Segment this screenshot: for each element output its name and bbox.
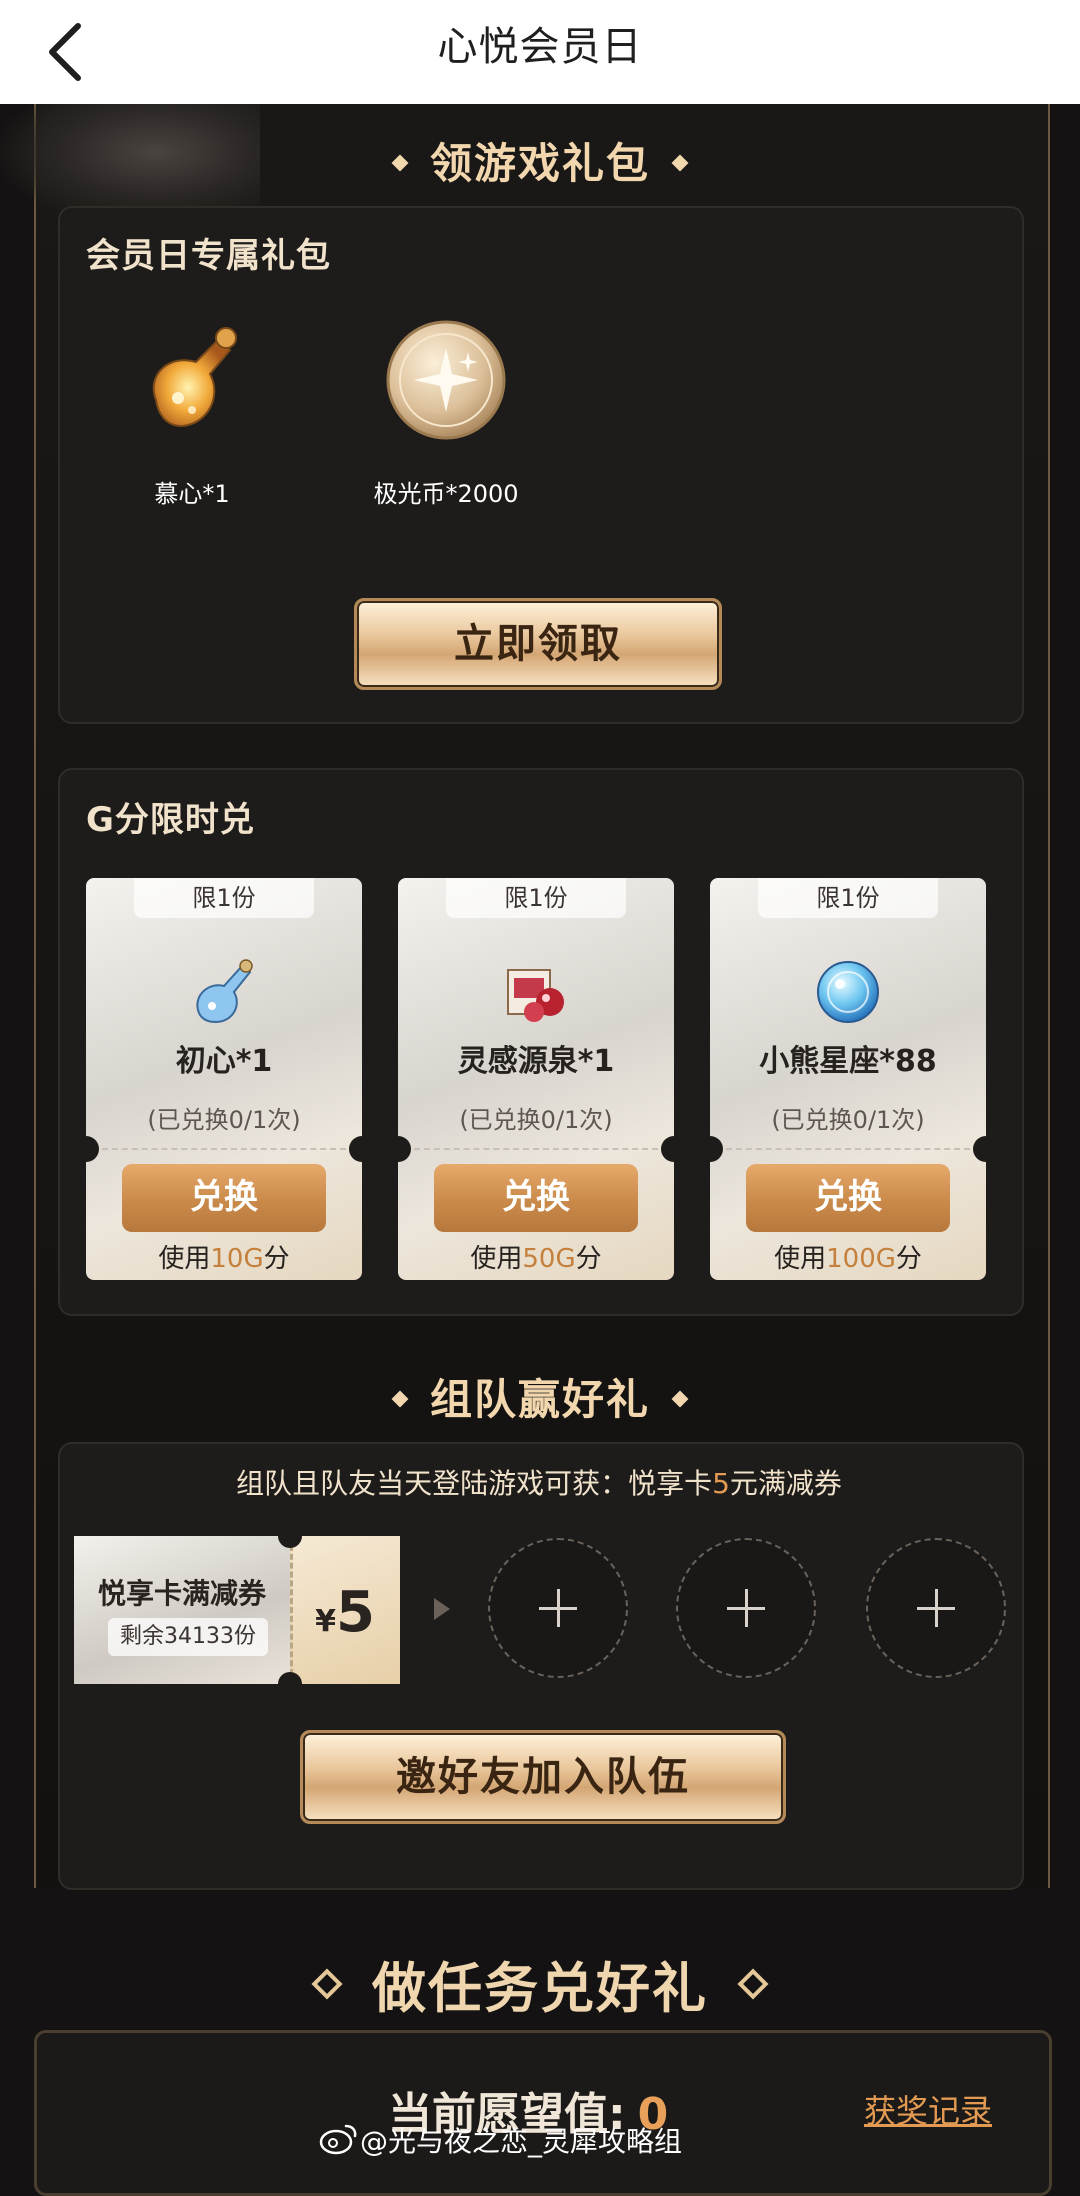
- aurora-coin-icon: [386, 320, 506, 440]
- coupon-remaining: 剩余34133份: [120, 1624, 256, 1649]
- diamond-outline-icon: [311, 1968, 343, 2000]
- exchange-count: (已兑换0/1次): [147, 1106, 301, 1134]
- limit-tag: 限1份: [758, 878, 938, 918]
- ticket-notch: [349, 1136, 362, 1162]
- cost-text: 使用10G分: [158, 1244, 290, 1274]
- tasks-section-title: 做任务兑好礼: [0, 1944, 1080, 2023]
- blue-bottle-icon: [196, 959, 253, 1024]
- exchange-item-card: 限1份 初心*1 (已兑换0/1次) 兑换 使用10G分: [86, 878, 362, 1280]
- star-orb-icon: [817, 961, 879, 1023]
- exchange-card-title: G分限时兑: [86, 800, 255, 840]
- weibo-logo-icon: [319, 2124, 357, 2155]
- coupon-value: ¥5: [315, 1580, 375, 1645]
- arrow-right-icon: [434, 1598, 450, 1620]
- gift-section-title: 领游戏礼包: [0, 130, 1080, 191]
- diamond-icon: [671, 1390, 689, 1407]
- exchange-item-card: 限1份 灵感源泉*1 (已兑换0/1次) 兑换 使用50G分: [398, 878, 674, 1280]
- ticket-notch: [398, 1136, 411, 1162]
- item-label: 极光币*2000: [373, 480, 519, 508]
- diamond-icon: [391, 154, 409, 171]
- exchange-button[interactable]: 兑换: [434, 1164, 638, 1232]
- ticket-notch: [278, 1672, 302, 1696]
- item-name: 小熊星座*88: [759, 1044, 937, 1079]
- ticket-notch: [86, 1136, 99, 1162]
- diamond-icon: [391, 1390, 409, 1407]
- ticket-notch: [973, 1136, 986, 1162]
- exchange-button[interactable]: 兑换: [746, 1164, 950, 1232]
- member-gift-card-title: 会员日专属礼包: [86, 236, 331, 276]
- coupon-name: 悦享卡满减券: [97, 1577, 266, 1610]
- gift-box-icon: [507, 969, 564, 1022]
- exchange-count: (已兑换0/1次): [459, 1106, 613, 1134]
- item-label: 慕心*1: [154, 480, 230, 508]
- exchange-button[interactable]: 兑换: [122, 1164, 326, 1232]
- team-section-title: 组队赢好礼: [0, 1366, 1080, 1427]
- limit-tag: 限1份: [134, 878, 314, 918]
- divider: [726, 1148, 970, 1150]
- plus-icon: [745, 1589, 748, 1627]
- item-name: 灵感源泉*1: [457, 1044, 615, 1079]
- plus-icon: [557, 1589, 560, 1627]
- add-teammate-slot[interactable]: [676, 1538, 816, 1678]
- divider: [414, 1148, 658, 1150]
- diamond-outline-icon: [737, 1968, 769, 2000]
- award-record-link[interactable]: 获奖记录: [864, 2086, 992, 2132]
- add-teammate-slot[interactable]: [488, 1538, 628, 1678]
- page-title: 心悦会员日: [437, 24, 643, 70]
- ticket-notch: [710, 1136, 723, 1162]
- diamond-icon: [671, 154, 689, 171]
- exchange-item-card: 限1份 小熊星座*88 (已兑换0/1次) 兑换 使用100G分: [710, 878, 986, 1280]
- ticket-notch: [278, 1524, 302, 1548]
- perfume-bottle-icon: [152, 327, 237, 428]
- item-name: 初心*1: [175, 1044, 273, 1079]
- invite-friends-button[interactable]: 邀好友加入队伍: [300, 1730, 786, 1824]
- cost-text: 使用100G分: [774, 1244, 922, 1274]
- divider: [102, 1148, 346, 1150]
- limit-tag: 限1份: [446, 878, 626, 918]
- exchange-count: (已兑换0/1次): [771, 1106, 925, 1134]
- watermark-text: @光与夜之恋_灵犀攻略组: [360, 2125, 683, 2158]
- add-teammate-slot[interactable]: [866, 1538, 1006, 1678]
- cost-text: 使用50G分: [470, 1244, 602, 1274]
- claim-now-button[interactable]: 立即领取: [354, 598, 722, 690]
- team-reward-description: 组队且队友当天登陆游戏可获：悦享卡5元满减券: [236, 1467, 842, 1500]
- plus-icon: [935, 1589, 938, 1627]
- ticket-notch: [661, 1136, 674, 1162]
